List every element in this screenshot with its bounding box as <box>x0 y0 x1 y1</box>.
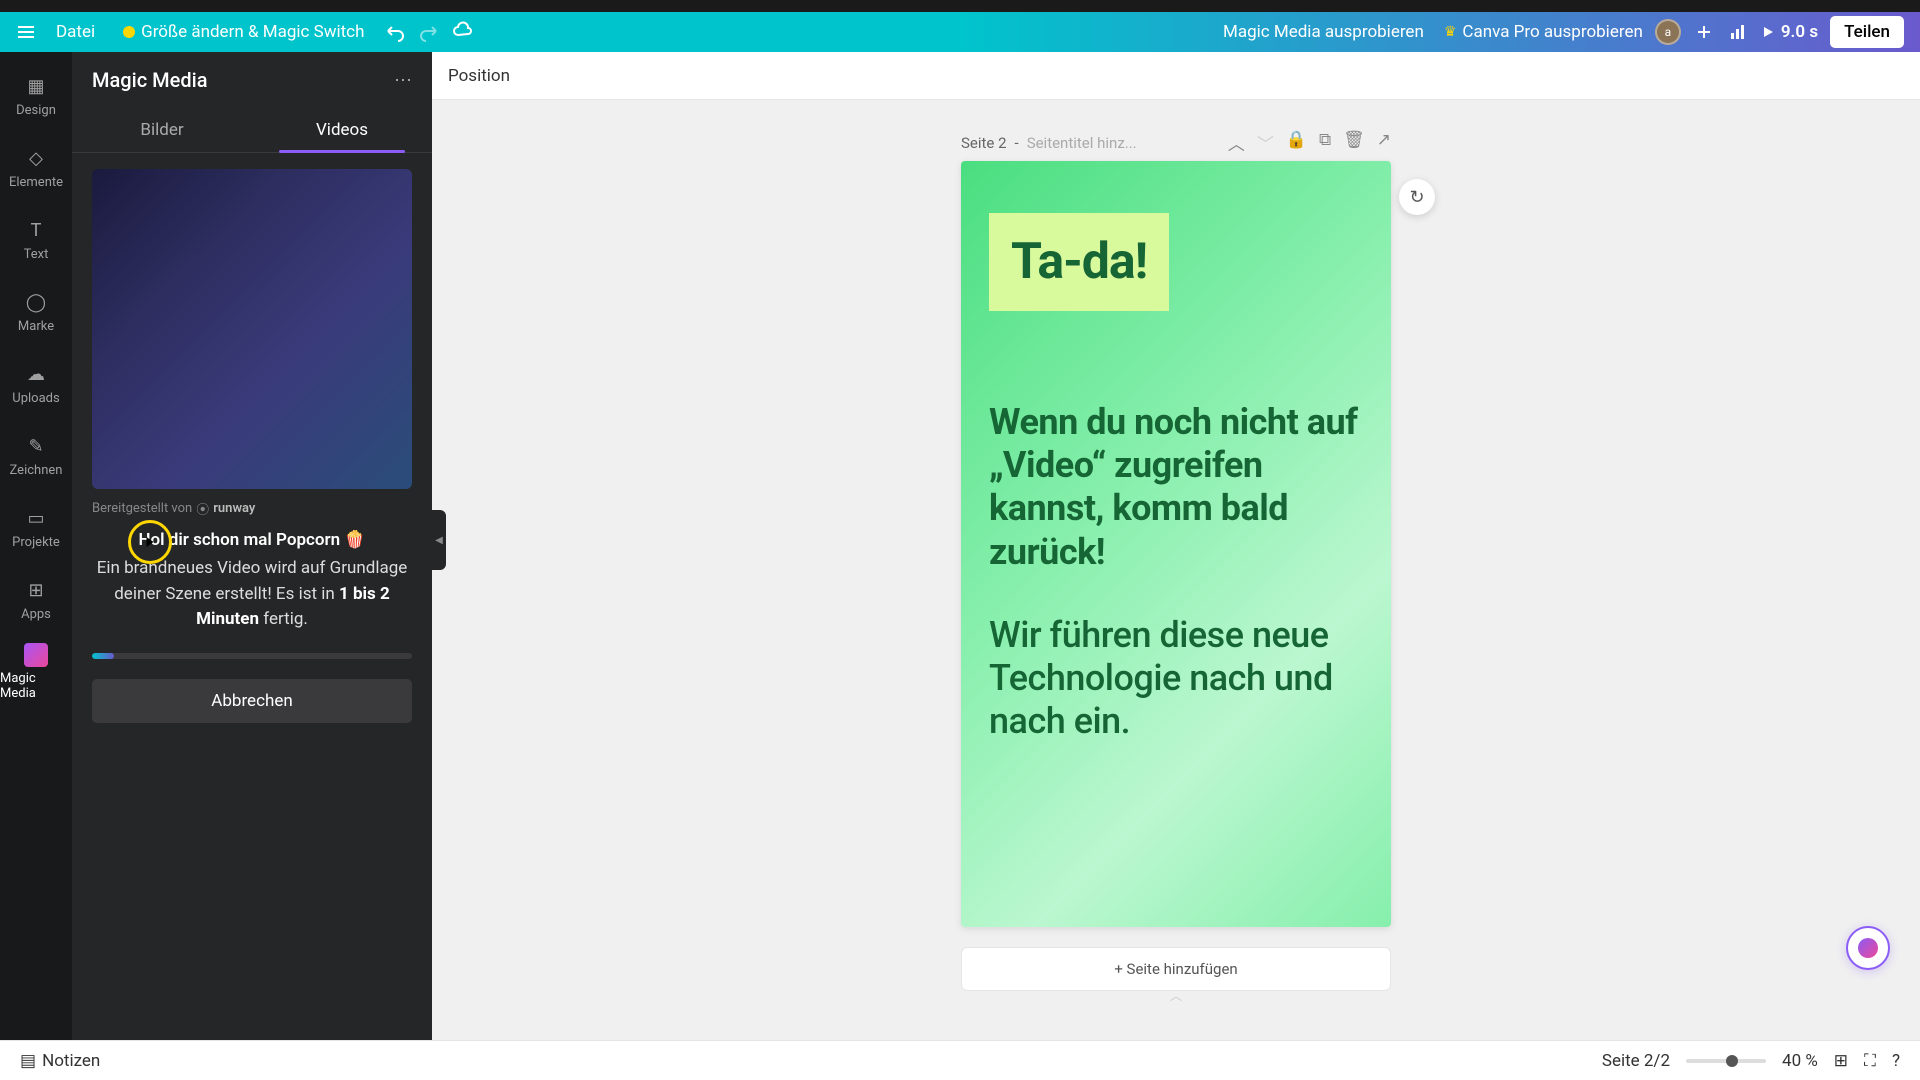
zoom-slider[interactable] <box>1686 1059 1766 1063</box>
collapse-up-icon[interactable]: ︿ <box>1228 130 1245 155</box>
zoom-label[interactable]: 40 % <box>1782 1051 1818 1071</box>
tada-box[interactable]: Ta-da! <box>989 213 1169 311</box>
rail-elements[interactable]: ◇Elemente <box>0 132 72 204</box>
page-header: Seite 2 - Seitentitel hinz... ︿ ﹀ 🔒 ⧉ 🗑 … <box>961 130 1391 155</box>
lock-icon[interactable]: 🔒 <box>1286 130 1307 155</box>
page-number-label: Seite 2 <box>961 134 1007 152</box>
rail-text[interactable]: TText <box>0 204 72 276</box>
duration-label: 9.0 s <box>1781 22 1818 42</box>
timeline-handle[interactable]: ︿ <box>1146 990 1206 1000</box>
generation-headline: Hol dir schon mal Popcorn 🍿 <box>92 530 412 550</box>
progress-bar <box>92 653 412 659</box>
provider-logo-icon: ⦿ <box>196 499 209 518</box>
video-preview <box>92 169 412 489</box>
generation-desc: Ein brandneues Video wird auf Grundlage … <box>92 556 412 633</box>
collapse-panel-button[interactable]: ◀ <box>432 510 446 570</box>
magic-media-panel: Magic Media ⋯ Bilder Videos Bereitgestel… <box>72 52 432 1040</box>
page-body-2[interactable]: Wir führen diese neue Technologie nach u… <box>989 614 1363 744</box>
add-page-button[interactable]: + Seite hinzufügen <box>961 947 1391 991</box>
position-button[interactable]: Position <box>448 66 510 86</box>
rail-uploads[interactable]: ☁Uploads <box>0 348 72 420</box>
analytics-button[interactable] <box>1727 21 1749 43</box>
assistant-fab[interactable] <box>1846 926 1890 970</box>
fullscreen-icon[interactable]: ⛶ <box>1864 1051 1876 1071</box>
zoom-handle[interactable] <box>1726 1055 1738 1067</box>
delete-icon[interactable]: 🗑 <box>1343 130 1365 155</box>
panel-title: Magic Media <box>92 68 207 92</box>
refresh-button[interactable]: ↻ <box>1399 179 1435 215</box>
draw-icon: ✎ <box>24 435 48 459</box>
canvas-area: Position Seite 2 - Seitentitel hinz... ︿… <box>432 52 1920 1040</box>
rail-magic-media[interactable]: Magic Media <box>0 636 72 708</box>
tada-text: Ta-da! <box>1011 233 1147 291</box>
page-indicator[interactable]: Seite 2/2 <box>1602 1051 1670 1071</box>
panel-tabs: Bilder Videos <box>72 108 432 153</box>
crown-icon: ♛ <box>1444 24 1457 40</box>
canvas-page[interactable]: ↻ Ta-da! Wenn du noch nicht auf „Video“ … <box>961 161 1391 927</box>
avatar[interactable]: a <box>1655 19 1681 45</box>
progress-fill <box>92 653 114 659</box>
rail-design[interactable]: ▦Design <box>0 60 72 132</box>
context-bar: Position <box>432 52 1920 100</box>
collapse-down-icon[interactable]: ﹀ <box>1257 130 1274 155</box>
cancel-button[interactable]: Abbrechen <box>92 679 412 723</box>
undo-button[interactable] <box>384 21 406 43</box>
grid-view-icon[interactable]: ⊞ <box>1834 1051 1848 1071</box>
help-icon[interactable]: ? <box>1892 1051 1900 1071</box>
bottom-bar: ▤ Notizen Seite 2/2 40 % ⊞ ⛶ ? <box>0 1040 1920 1080</box>
cloud-sync-icon[interactable] <box>452 21 474 43</box>
design-icon: ▦ <box>24 75 48 99</box>
panel-more-button[interactable]: ⋯ <box>394 70 412 91</box>
sparkle-icon <box>123 26 135 38</box>
duplicate-icon[interactable]: ⧉ <box>1319 130 1331 155</box>
magic-media-icon <box>24 643 48 667</box>
page-body-1[interactable]: Wenn du noch nicht auf „Video“ zugreifen… <box>989 401 1363 574</box>
sparkle-icon <box>1858 938 1878 958</box>
tab-images[interactable]: Bilder <box>72 108 252 152</box>
tab-videos[interactable]: Videos <box>252 108 432 152</box>
provider-label: Bereitgestellt von ⦿ runway <box>92 499 412 518</box>
try-magic-media[interactable]: Magic Media ausprobieren <box>1215 18 1432 46</box>
side-rail: ▦Design ◇Elemente TText ◯Marke ☁Uploads … <box>0 52 72 1040</box>
resize-button[interactable]: Größe ändern & Magic Switch <box>115 18 372 46</box>
top-bar: Datei Größe ändern & Magic Switch Magic … <box>0 12 1920 52</box>
brand-icon: ◯ <box>24 291 48 315</box>
export-icon[interactable]: ↗ <box>1377 130 1391 155</box>
elements-icon: ◇ <box>24 147 48 171</box>
play-duration[interactable]: 9.0 s <box>1761 22 1818 42</box>
notes-button[interactable]: ▤ Notizen <box>20 1051 100 1071</box>
rail-brand[interactable]: ◯Marke <box>0 276 72 348</box>
projects-icon: ▭ <box>24 507 48 531</box>
rail-draw[interactable]: ✎Zeichnen <box>0 420 72 492</box>
notes-icon: ▤ <box>20 1051 36 1071</box>
share-button[interactable]: Teilen <box>1830 16 1904 48</box>
file-menu[interactable]: Datei <box>48 18 103 46</box>
rail-projects[interactable]: ▭Projekte <box>0 492 72 564</box>
text-icon: T <box>24 219 48 243</box>
try-pro-label: Canva Pro ausprobieren <box>1462 22 1642 42</box>
redo-button[interactable] <box>418 21 440 43</box>
uploads-icon: ☁ <box>24 363 48 387</box>
page-title-input[interactable]: Seitentitel hinz... <box>1027 134 1137 152</box>
apps-icon: ⊞ <box>24 579 48 603</box>
rail-apps[interactable]: ⊞Apps <box>0 564 72 636</box>
add-member-button[interactable] <box>1693 21 1715 43</box>
resize-label: Größe ändern & Magic Switch <box>141 22 364 42</box>
hamburger-icon[interactable] <box>16 22 36 42</box>
try-pro-button[interactable]: ♛ Canva Pro ausprobieren <box>1444 22 1643 42</box>
